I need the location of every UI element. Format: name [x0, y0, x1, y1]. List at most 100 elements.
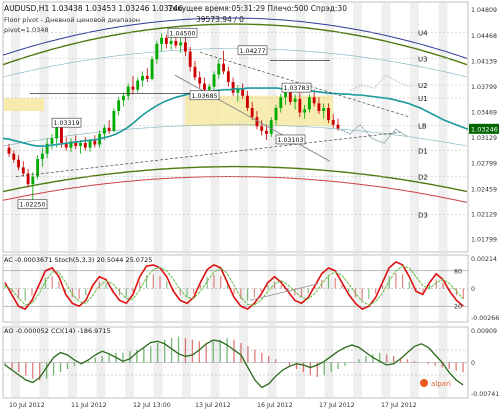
ao-axis-label: -0.00741 [471, 391, 499, 398]
candle-body [7, 147, 11, 154]
ao-axis-label: 0.00909 [471, 328, 497, 335]
candle-body [50, 138, 54, 144]
candle-body [288, 92, 292, 102]
date-tick-label: 11 Jul 2012 [71, 402, 107, 409]
candle-body [322, 107, 326, 111]
candle-body [174, 40, 178, 46]
price-tick-label: 1.03129 [471, 135, 497, 142]
pivot-label: D1 [418, 148, 428, 156]
candle-body [212, 74, 216, 87]
candle-body [40, 153, 44, 160]
day-separator [125, 3, 134, 397]
chart-root: U4 U3 U2 U1 LB D1 D2 D3 1.04500 1.04277 1.03685 1.0… [0, 0, 500, 413]
price-tick-label: 1.03799 [471, 84, 497, 91]
day-separator [381, 3, 391, 397]
day-separator [438, 3, 448, 397]
ao-axis-label: 0 [471, 360, 475, 367]
pivot-label: D3 [418, 212, 428, 220]
candle-body [207, 86, 211, 90]
price-annotation: 1.03685 [192, 93, 218, 100]
current-price-label: 1.03246 [471, 125, 498, 133]
price-annotation: 1.03319 [54, 120, 80, 127]
price-tick-label: 1.02459 [471, 186, 497, 193]
price-tick-label: 1.02799 [471, 160, 497, 167]
pivot-label: LB [418, 122, 427, 130]
candle-body [284, 92, 287, 98]
candle-body [331, 120, 335, 125]
price-annotation: 1.03103 [278, 137, 304, 144]
candle-body [79, 143, 82, 147]
candle-body [55, 127, 59, 139]
date-tick-label: 12 Jul 13:00 [133, 402, 171, 409]
candle-body [136, 80, 140, 90]
candle-body [260, 126, 264, 131]
day-separator [267, 3, 277, 397]
date-tick-label: 16 Jul 2012 [257, 402, 293, 409]
price-tick-label: 1.01799 [471, 237, 497, 244]
candle-body [31, 176, 35, 185]
candle-body [298, 98, 302, 113]
price-annotation: 1.04500 [170, 30, 196, 37]
price-tick-label: 1.04809 [471, 7, 497, 14]
candle-body [336, 124, 340, 129]
candle-body [226, 71, 230, 83]
date-tick-label: 17 Jul 2012 [381, 402, 417, 409]
candle-body [327, 107, 330, 121]
candle-body [303, 109, 307, 113]
candle-body [102, 127, 106, 134]
candle-body [317, 103, 321, 111]
candle-body [236, 89, 240, 93]
symbol-line: AUDUSD,H1 1.03438 1.03453 1.03246 1.0324… [4, 4, 183, 13]
ao-cci-title: AO -0.000052 CCI(14) -186.9715 [4, 327, 111, 335]
candle-body [126, 86, 130, 96]
pivot-label: U3 [418, 55, 428, 63]
candle-body [269, 120, 273, 134]
day-separator [324, 3, 334, 397]
candle-body [179, 42, 183, 46]
candle-body [122, 95, 125, 101]
candle-body [222, 63, 225, 72]
price-annotation: 1.02250 [20, 202, 46, 209]
pivot-zone [4, 98, 44, 111]
candle-body [250, 107, 254, 118]
candle-body [17, 159, 20, 168]
candle-body [193, 66, 197, 78]
alpari-logo: alpari [420, 379, 451, 388]
price-annotation: 1.03783 [284, 85, 310, 92]
date-tick-label: 17 Jul 2012 [319, 402, 355, 409]
candle-body [169, 40, 173, 44]
candle-body [231, 82, 235, 93]
price-tick-label: 1.02129 [471, 211, 497, 218]
date-tick-label: 10 Jul 2012 [9, 402, 45, 409]
candle-body [21, 167, 25, 174]
candle-body [307, 97, 311, 110]
date-tick-label: 13 Jul 2012 [195, 402, 231, 409]
stoch-tick-label: 20 [454, 304, 462, 311]
ac-stoch-title: AC -0.0003671 Stoch(5,3,3) 20.5044 25.07… [4, 256, 152, 264]
pivot-value: pivot=1.0348 [4, 26, 49, 34]
pivot-label: U1 [418, 95, 428, 103]
account-info: 39573.94 / 0 [196, 15, 244, 24]
ac-axis-label: 0.00214 [471, 256, 497, 263]
chart-canvas: U4 U3 U2 U1 LB D1 D2 D3 1.04500 1.04277 1.03685 1.0… [2, 1, 499, 409]
candle-body [88, 140, 92, 148]
candle-body [12, 153, 16, 160]
stoch-tick-label: 80 [454, 268, 462, 275]
day-separator [239, 3, 248, 397]
pivot-title: Floor pivot - Дневной ценовой диапазон [4, 16, 140, 24]
price-tick-label: 1.04468 [471, 33, 497, 40]
candle-body [164, 37, 168, 44]
day-separator [96, 3, 106, 397]
candle-body [160, 37, 164, 44]
candle-body [107, 127, 111, 131]
alpari-watermark: alpari [431, 380, 451, 388]
candle-body [293, 98, 297, 102]
day-separator [353, 3, 362, 397]
candle-body [312, 97, 316, 104]
alpari-logo-icon [420, 379, 428, 387]
candle-body [141, 75, 144, 81]
day-separator [296, 3, 305, 397]
pivot-label: U4 [418, 29, 428, 37]
candle-body [131, 86, 135, 90]
candle-body [117, 100, 121, 111]
